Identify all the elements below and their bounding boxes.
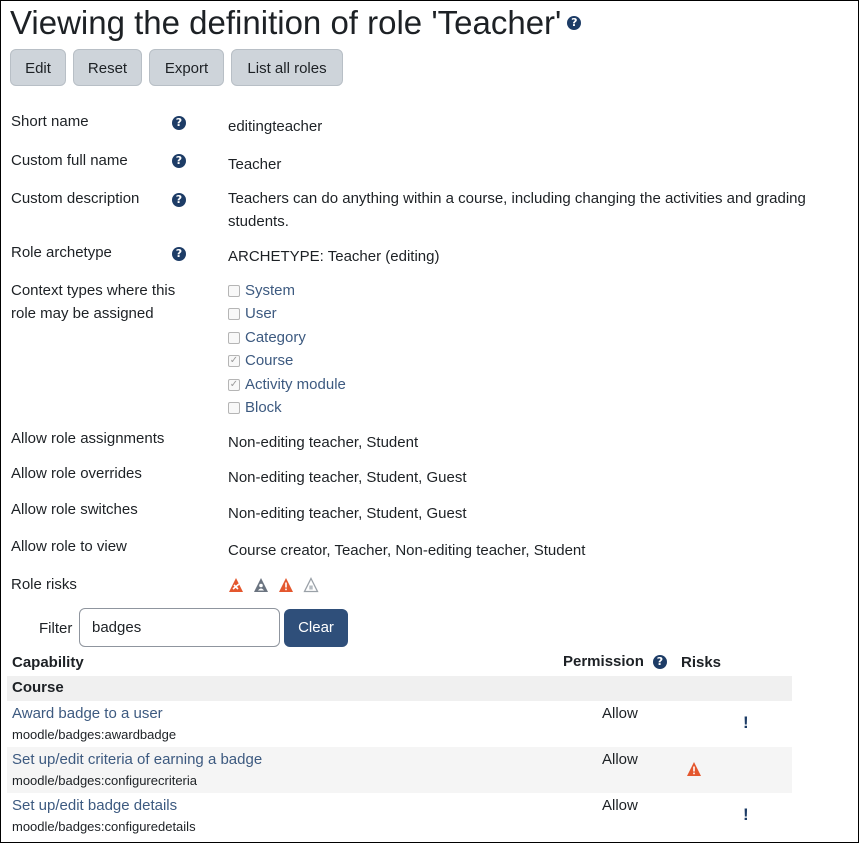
allow-view-value: Course creator, Teacher, Non-editing tea…	[228, 542, 586, 559]
context-option-block[interactable]: Block	[228, 396, 282, 419]
filter-input[interactable]	[79, 608, 280, 647]
export-button[interactable]: Export	[149, 49, 224, 86]
role-archetype-label: Role archetype	[11, 244, 112, 261]
reset-button[interactable]: Reset	[73, 49, 142, 86]
custom-full-name-value: Teacher	[228, 156, 282, 173]
context-option-label: System	[245, 282, 296, 299]
allow-view-label: Allow role to view	[11, 538, 127, 555]
capability-code: moodle/badges:awardbadge	[12, 727, 177, 742]
risks-header: Risks	[681, 654, 722, 671]
capability-header[interactable]: Capability	[12, 653, 84, 673]
risk-personal-icon[interactable]	[253, 577, 269, 593]
checkbox-checked[interactable]: ✓	[228, 354, 240, 367]
context-types-label-line1: Context types where this	[11, 282, 176, 299]
section-header-course: Course	[7, 676, 792, 701]
context-option-label: User	[245, 305, 277, 322]
help-icon[interactable]: ?	[653, 655, 667, 669]
permission-header: Permission	[563, 653, 644, 670]
custom-full-name-label: Custom full name	[11, 152, 128, 169]
context-types-label-line2: role may be assigned	[11, 305, 154, 322]
checkbox[interactable]	[228, 284, 240, 297]
help-icon[interactable]: ?	[172, 154, 186, 168]
help-icon[interactable]: ?	[172, 116, 186, 130]
help-icon[interactable]: ?	[172, 247, 186, 261]
capability-link[interactable]: Award badge to a user	[12, 705, 163, 723]
filter-label: Filter	[39, 620, 73, 637]
context-option-user[interactable]: User	[228, 302, 277, 325]
table-row: Set up/edit badge details moodle/badges:…	[7, 793, 792, 839]
section-title: Course	[12, 679, 64, 696]
context-option-system[interactable]: System	[228, 279, 295, 302]
risk-config-icon[interactable]	[685, 761, 703, 777]
allow-overrides-value: Non-editing teacher, Student, Guest	[228, 469, 467, 486]
allow-overrides-label: Allow role overrides	[11, 465, 142, 482]
checkbox-checked[interactable]: ✓	[228, 378, 240, 391]
context-option-label: Course	[245, 352, 294, 369]
edit-button[interactable]: Edit	[10, 49, 66, 86]
clear-button[interactable]: Clear	[284, 609, 348, 647]
checkbox[interactable]	[228, 401, 240, 414]
table-row: Award badge to a user moodle/badges:awar…	[7, 701, 792, 747]
page-frame: Viewing the definition of role 'Teacher'…	[0, 0, 859, 843]
capability-code: moodle/badges:configurecriteria	[12, 773, 197, 788]
risk-dataloss-icon[interactable]	[303, 577, 319, 593]
risk-xss-icon[interactable]	[228, 577, 244, 593]
role-risks-label: Role risks	[11, 576, 77, 593]
capability-link[interactable]: Set up/edit criteria of earning a badge	[12, 751, 262, 769]
context-option-category[interactable]: Category	[228, 326, 306, 349]
list-all-roles-button[interactable]: List all roles	[231, 49, 343, 86]
allow-assignments-label: Allow role assignments	[11, 430, 165, 447]
allow-assignments-value: Non-editing teacher, Student	[228, 434, 419, 451]
short-name-value: editingteacher	[228, 118, 323, 135]
capability-link[interactable]: Set up/edit badge details	[12, 797, 177, 815]
exclamation-icon: !	[743, 713, 749, 732]
capability-code: moodle/badges:configuredetails	[12, 819, 196, 834]
allow-switches-label: Allow role switches	[11, 501, 138, 518]
role-archetype-value: ARCHETYPE: Teacher (editing)	[228, 248, 440, 265]
permission-value[interactable]: Allow	[602, 797, 638, 815]
checkbox[interactable]	[228, 307, 240, 320]
custom-description-label: Custom description	[11, 190, 140, 207]
context-option-label: Activity module	[245, 376, 346, 393]
context-option-activity-module[interactable]: ✓ Activity module	[228, 373, 346, 396]
table-row: Set up/edit criteria of earning a badge …	[7, 747, 792, 793]
permission-value[interactable]: Allow	[602, 751, 638, 769]
context-option-label: Category	[245, 329, 306, 346]
custom-description-value-line1: Teachers can do anything within a course…	[228, 190, 806, 207]
permission-value[interactable]: Allow	[602, 705, 638, 723]
context-option-label: Block	[245, 399, 282, 416]
allow-switches-value: Non-editing teacher, Student, Guest	[228, 505, 467, 522]
help-icon[interactable]: ?	[567, 16, 582, 31]
context-option-course[interactable]: ✓ Course	[228, 349, 293, 372]
checkbox[interactable]	[228, 331, 240, 344]
risk-config-icon[interactable]	[278, 577, 294, 593]
exclamation-icon: !	[743, 805, 749, 824]
short-name-label: Short name	[11, 113, 89, 130]
page-title: Viewing the definition of role 'Teacher'…	[10, 3, 582, 43]
help-icon[interactable]: ?	[172, 193, 186, 207]
custom-description-value-line2: students.	[228, 213, 289, 230]
